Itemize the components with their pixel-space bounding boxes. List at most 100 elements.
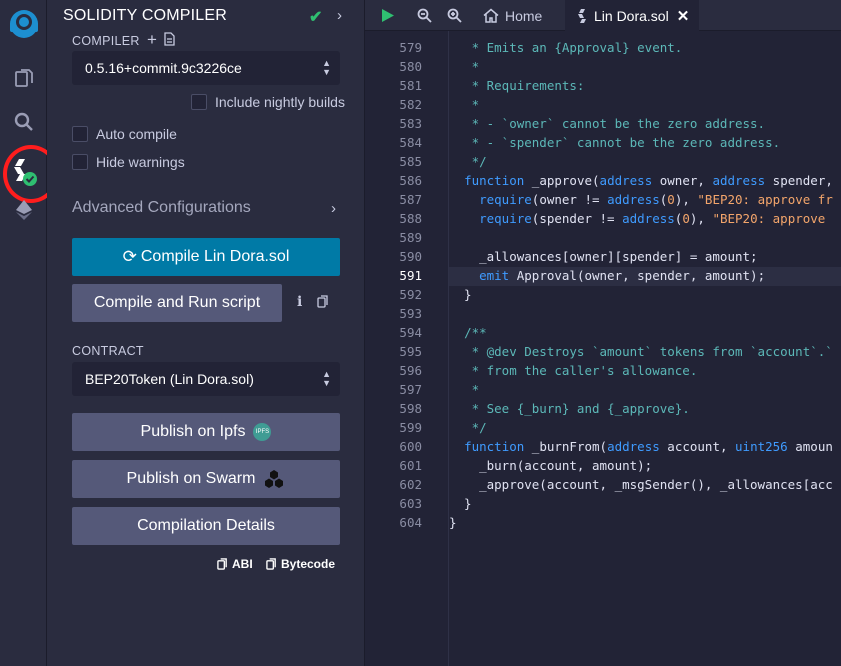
file-explorer-icon[interactable] — [0, 58, 47, 98]
line-number: 603 — [399, 496, 422, 511]
compiler-version-select[interactable]: 0.5.16+commit.9c3226ce ▲ ▼ — [72, 51, 340, 85]
code-line[interactable]: function _approve(address owner, address… — [449, 173, 833, 188]
hide-warnings-checkbox[interactable] — [72, 154, 88, 170]
code-line[interactable]: emit Approval(owner, spender, amount); — [449, 268, 765, 283]
copy-icon — [217, 558, 227, 570]
advanced-configurations-toggle[interactable]: Advanced Configurations — [72, 199, 251, 217]
line-number: 600 — [399, 439, 422, 454]
line-number: 580 — [399, 59, 422, 74]
auto-compile-checkbox[interactable] — [72, 126, 88, 142]
code-line[interactable]: } — [449, 287, 472, 302]
remix-logo-icon[interactable] — [0, 2, 47, 46]
select-arrows-icon: ▲ ▼ — [322, 58, 331, 77]
auto-compile-row: Auto compile — [72, 126, 177, 142]
home-icon — [483, 8, 499, 23]
line-number: 586 — [399, 173, 422, 188]
contract-label: CONTRACT — [72, 344, 144, 358]
chevron-right-icon[interactable]: › — [331, 200, 336, 217]
line-number: 590 — [399, 249, 422, 264]
tab-home-label: Home — [505, 7, 543, 24]
abi-link-label: ABI — [232, 557, 253, 571]
solidity-compiler-panel: SOLIDITY COMPILER ✔ › COMPILER + 0.5.16+… — [47, 0, 365, 666]
line-number: 592 — [399, 287, 422, 302]
code-line[interactable]: */ — [449, 420, 487, 435]
run-icon[interactable] — [381, 0, 395, 31]
compilation-details-button[interactable]: Compilation Details — [72, 507, 340, 545]
abi-link[interactable]: ABI — [217, 557, 253, 571]
publish-ipfs-button[interactable]: Publish on Ipfs IPFS — [72, 413, 340, 451]
bytecode-link-label: Bytecode — [281, 557, 336, 571]
compiler-version-value: 0.5.16+commit.9c3226ce — [85, 60, 242, 76]
nightly-builds-label: Include nightly builds — [215, 94, 345, 110]
code-line[interactable]: * — [449, 382, 480, 397]
line-number: 583 — [399, 116, 422, 131]
line-number: 581 — [399, 78, 422, 93]
code-line[interactable]: require(spender != address(0), "BEP20: a… — [449, 211, 825, 226]
chevron-right-icon[interactable]: › — [337, 7, 342, 24]
hide-warnings-row: Hide warnings — [72, 154, 185, 170]
compile-button-label: Compile Lin Dora.sol — [140, 248, 290, 265]
code-line[interactable]: * — [449, 97, 480, 112]
nightly-builds-checkbox[interactable] — [191, 94, 207, 110]
tab-lin-dora-sol[interactable]: Lin Dora.sol ✕ — [565, 0, 700, 31]
deploy-run-icon[interactable] — [0, 190, 47, 230]
code-line[interactable]: * from the caller's allowance. — [449, 363, 698, 378]
code-line[interactable]: /** — [449, 325, 487, 340]
code-line[interactable]: * @dev Destroys `amount` tokens from `ac… — [449, 344, 833, 359]
zoom-out-icon[interactable] — [417, 0, 432, 31]
tab-lin-dora-sol-label: Lin Dora.sol — [594, 7, 669, 24]
icon-rail — [0, 0, 59, 666]
code-line[interactable]: _burn(account, amount); — [449, 458, 652, 473]
code-line[interactable]: * Requirements: — [449, 78, 585, 93]
code-line[interactable]: * - `spender` cannot be the zero address… — [449, 135, 781, 150]
bytecode-link[interactable]: Bytecode — [266, 557, 335, 571]
code-line[interactable]: */ — [449, 154, 487, 169]
line-number: 595 — [399, 344, 422, 359]
check-icon: ✔ — [309, 9, 323, 26]
line-number: 585 — [399, 154, 422, 169]
code-line[interactable]: function _burnFrom(address account, uint… — [449, 439, 833, 454]
tab-home[interactable]: Home — [475, 0, 552, 31]
panel-title: SOLIDITY COMPILER — [63, 7, 228, 24]
compile-button[interactable]: ⟳ Compile Lin Dora.sol — [72, 238, 340, 276]
code-line[interactable]: * Emits an {Approval} event. — [449, 40, 683, 55]
info-icon[interactable]: i — [297, 294, 302, 310]
search-icon[interactable] — [0, 102, 47, 142]
code-editor[interactable]: * Emits an {Approval} event. * * Require… — [449, 31, 841, 666]
compile-run-script-button[interactable]: Compile and Run script — [72, 284, 282, 322]
code-line[interactable]: * — [449, 59, 480, 74]
select-arrows-icon: ▲ ▼ — [322, 369, 331, 388]
line-number: 591 — [399, 268, 422, 283]
code-line[interactable]: * - `owner` cannot be the zero address. — [449, 116, 766, 131]
line-number: 587 — [399, 192, 422, 207]
publish-swarm-label: Publish on Swarm — [126, 470, 256, 487]
publish-swarm-button[interactable]: Publish on Swarm — [72, 460, 340, 498]
line-number: 594 — [399, 325, 422, 340]
line-number: 598 — [399, 401, 422, 416]
contract-select[interactable]: BEP20Token (Lin Dora.sol) ▲ ▼ — [72, 362, 340, 396]
line-number: 604 — [399, 515, 422, 530]
compile-run-label: Compile and Run script — [93, 294, 261, 311]
plus-icon[interactable]: + — [147, 30, 157, 50]
code-line[interactable]: require(owner != address(0), "BEP20: app… — [449, 192, 833, 207]
code-line[interactable]: _approve(account, _msgSender(), _allowan… — [449, 477, 833, 492]
code-line[interactable]: _allowances[owner][spender] = amount; — [449, 249, 757, 264]
line-number: 589 — [399, 230, 422, 245]
publish-ipfs-label: Publish on Ipfs — [140, 423, 246, 440]
line-number: 601 — [399, 458, 422, 473]
code-line[interactable]: } — [449, 515, 457, 530]
solidity-file-icon — [578, 8, 586, 23]
code-line[interactable]: * See {_burn} and {_approve}. — [449, 401, 690, 416]
line-number: 602 — [399, 477, 422, 492]
zoom-in-icon[interactable] — [447, 0, 462, 31]
close-icon[interactable]: ✕ — [677, 7, 690, 25]
document-icon[interactable] — [164, 32, 175, 49]
line-number: 582 — [399, 97, 422, 112]
copy-icon — [266, 558, 276, 570]
code-line[interactable]: } — [449, 496, 472, 511]
line-number: 588 — [399, 211, 422, 226]
line-number: 584 — [399, 135, 422, 150]
refresh-icon: ⟳ — [122, 247, 137, 266]
compilation-details-label: Compilation Details — [137, 517, 275, 534]
copy-icon[interactable] — [317, 295, 329, 311]
